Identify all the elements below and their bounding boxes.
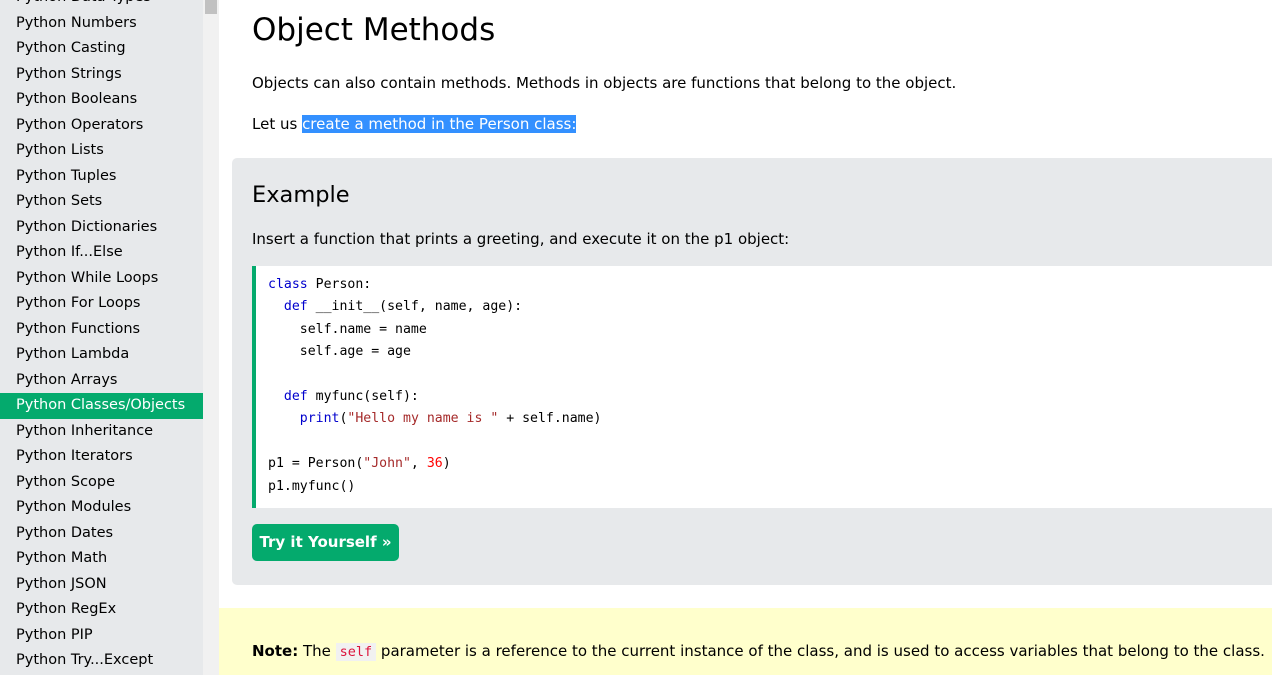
page-title: Object Methods [252,12,496,48]
sidebar-item-python-dictionaries[interactable]: Python Dictionaries [0,215,203,241]
code-line: def myfunc(self): [268,386,602,408]
note-label: Note: [252,642,299,660]
sidebar-item-python-regex[interactable]: Python RegEx [0,597,203,623]
code-line: p1 = Person("John", 36) [268,453,602,475]
sidebar-item-python-operators[interactable]: Python Operators [0,113,203,139]
sidebar-item-python-json[interactable]: Python JSON [0,572,203,598]
code-token: Person: [307,277,372,292]
code-token: self.age = age [268,344,411,360]
code-content: class Person: def __init__(self, name, a… [268,274,602,498]
sidebar-item-python-arrays[interactable]: Python Arrays [0,368,203,394]
code-line: def __init__(self, name, age): [268,296,602,318]
lead-prefix: Let us [252,115,303,133]
code-line: self.name = name [268,319,602,341]
code-token: class [268,277,308,292]
sidebar-item-python-math[interactable]: Python Math [0,546,203,572]
note-text: Note: The self parameter is a reference … [252,642,1265,661]
note-text-after: parameter is a reference to the current … [376,642,1265,660]
code-token: 36 [426,456,443,472]
sidebar-item-python-booleans[interactable]: Python Booleans [0,87,203,113]
example-box: Example Insert a function that prints a … [232,158,1272,585]
selected-text: create a method in the Person class: [302,115,577,133]
code-token: __init__(self, name, age): [307,299,523,315]
note-code: self [335,643,377,661]
code-line: p1.myfunc() [268,476,602,498]
sidebar-item-python-sets[interactable]: Python Sets [0,189,203,215]
sidebar-item-python-dates[interactable]: Python Dates [0,521,203,547]
code-token: "Hello my name is " [347,411,499,427]
code-line: class Person: [268,274,602,296]
sidebar-item-python-pip[interactable]: Python PIP [0,623,203,649]
sidebar-item-python-classes-objects[interactable]: Python Classes/Objects [0,393,203,419]
sidebar-item-python-lists[interactable]: Python Lists [0,138,203,164]
example-title: Example [252,182,350,208]
sidebar-item-python-casting[interactable]: Python Casting [0,36,203,62]
code-line: print("Hello my name is " + self.name) [268,408,602,430]
code-token: p1 = Person( [268,456,364,472]
sidebar-item-python-scope[interactable]: Python Scope [0,470,203,496]
try-it-yourself-button[interactable]: Try it Yourself » [252,524,399,561]
lead-paragraph: Let us create a method in the Person cla… [252,115,577,133]
code-token: p1.myfunc() [268,478,356,494]
sidebar-item-python-try-except[interactable]: Python Try...Except [0,648,203,674]
sidebar-item-python-modules[interactable]: Python Modules [0,495,203,521]
sidebar-scrollbar[interactable] [203,0,219,675]
sidebar-item-python-functions[interactable]: Python Functions [0,317,203,343]
code-token: print [299,411,340,427]
code-token: myfunc(self): [307,389,419,405]
sidebar-item-python-inheritance[interactable]: Python Inheritance [0,419,203,445]
sidebar-item-python-for-loops[interactable]: Python For Loops [0,291,203,317]
code-token: self.name = name [268,321,427,337]
sidebar-item-python-lambda[interactable]: Python Lambda [0,342,203,368]
sidebar-item-python-data-types[interactable]: Python Data Types [0,0,203,11]
main-content: Object Methods Objects can also contain … [219,0,1272,675]
sidebar-item-python-if-else[interactable]: Python If...Else [0,240,203,266]
sidebar-nav: Python Data TypesPython NumbersPython Ca… [0,0,219,675]
intro-paragraph: Objects can also contain methods. Method… [252,74,957,92]
code-block: class Person: def __init__(self, name, a… [252,266,1272,508]
code-token: , [410,456,427,472]
sidebar-item-python-while-loops[interactable]: Python While Loops [0,266,203,292]
code-token: def [283,389,308,405]
code-token: ) [442,456,451,472]
note-box: Note: The self parameter is a reference … [219,608,1272,675]
sidebar-item-python-tuples[interactable]: Python Tuples [0,164,203,190]
sidebar-item-python-numbers[interactable]: Python Numbers [0,11,203,37]
example-description: Insert a function that prints a greeting… [252,230,790,248]
sidebar-item-python-strings[interactable]: Python Strings [0,62,203,88]
code-token: "John" [363,456,411,472]
code-token: def [283,299,308,315]
code-token: + self.name) [498,411,602,427]
note-text-before: The [298,642,336,660]
code-line: self.age = age [268,341,602,363]
scrollbar-thumb[interactable] [205,0,217,14]
sidebar-item-python-iterators[interactable]: Python Iterators [0,444,203,470]
sidebar-list: Python Data TypesPython NumbersPython Ca… [0,0,203,674]
